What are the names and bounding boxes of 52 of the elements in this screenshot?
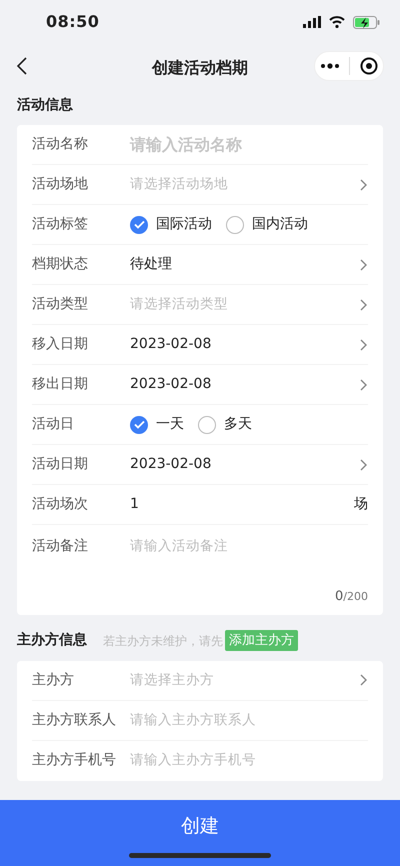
- field-label: 档期状态: [32, 255, 89, 274]
- chevron-right-icon: [359, 378, 368, 392]
- chevron-right-icon: [359, 178, 368, 192]
- field-value[interactable]: 待处理: [130, 254, 172, 275]
- field-value[interactable]: 2023-02-08: [130, 454, 212, 475]
- radio-icon[interactable]: [198, 416, 216, 434]
- field-label: 活动场次: [32, 495, 89, 514]
- section-title: 主办方信息: [17, 630, 87, 650]
- radio-icon[interactable]: [226, 216, 244, 234]
- field-label: 活动类型: [32, 295, 89, 314]
- chevron-right-icon: [359, 458, 368, 472]
- section-title: 活动信息: [16, 96, 74, 115]
- chevron-right-icon: [359, 258, 368, 272]
- status-time: 08:50: [46, 11, 100, 33]
- field-label: 移入日期: [32, 335, 89, 354]
- back-button[interactable]: [16, 57, 28, 75]
- chevron-right-icon: [359, 673, 368, 687]
- radio-option[interactable]: 一天: [130, 414, 184, 435]
- field-label: 移出日期: [32, 375, 89, 394]
- field-label: 主办方联系人: [32, 710, 117, 730]
- unit-label: 场: [354, 495, 368, 514]
- character-counter: 0/200: [334, 588, 368, 606]
- signal-icon: [303, 16, 321, 28]
- field-label: 活动日期: [32, 455, 89, 474]
- option-label: 一天: [156, 415, 184, 434]
- field-label: 活动名称: [32, 135, 89, 154]
- field-label: 活动场地: [32, 175, 89, 194]
- option-label: 国际活动: [156, 215, 212, 234]
- hint-text: 若主办方未维护，请先: [103, 632, 223, 650]
- radio-option[interactable]: 国际活动: [130, 214, 212, 235]
- page-title: 创建活动档期: [150, 57, 249, 79]
- radio-option[interactable]: 多天: [198, 414, 252, 435]
- field-label: 活动日: [32, 415, 75, 434]
- create-button[interactable]: 创建: [0, 800, 400, 866]
- option-label: 国内活动: [252, 215, 308, 234]
- battery-icon: [353, 16, 380, 28]
- field-label: 活动备注: [32, 537, 89, 556]
- checked-radio-icon[interactable]: [130, 216, 148, 234]
- more-icon[interactable]: [320, 63, 340, 69]
- field-label: 主办方手机号: [32, 751, 117, 770]
- field-label: 主办方: [32, 670, 75, 690]
- chevron-right-icon: [359, 298, 368, 312]
- close-target-icon[interactable]: [360, 57, 378, 75]
- field-value[interactable]: 2023-02-08: [130, 374, 212, 395]
- field-value[interactable]: 1: [130, 494, 139, 515]
- radio-option[interactable]: 国内活动: [226, 214, 308, 235]
- chevron-right-icon: [359, 338, 368, 352]
- checked-radio-icon[interactable]: [130, 416, 148, 434]
- option-label: 多天: [224, 415, 252, 434]
- field-value[interactable]: 2023-02-08: [130, 334, 212, 355]
- wifi-icon: [329, 16, 345, 28]
- field-label: 活动标签: [32, 215, 89, 234]
